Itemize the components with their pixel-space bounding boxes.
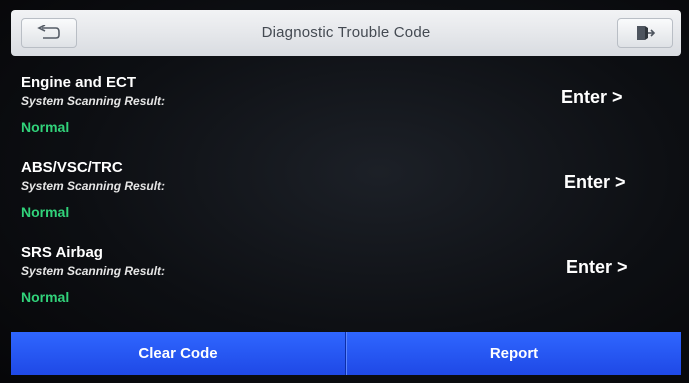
system-subtitle: System Scanning Result: <box>21 264 166 278</box>
system-status: Normal <box>21 289 70 305</box>
footer-bar: Clear Code Report <box>11 332 681 375</box>
report-button[interactable]: Report <box>346 332 681 375</box>
clear-code-button[interactable]: Clear Code <box>11 332 346 375</box>
back-arrow-icon <box>36 25 62 41</box>
back-button[interactable] <box>21 18 77 48</box>
enter-button[interactable]: Enter > <box>564 172 626 193</box>
page-title: Diagnostic Trouble Code <box>261 24 431 41</box>
system-name: ABS/VSC/TRC <box>21 159 123 176</box>
system-subtitle: System Scanning Result: <box>21 94 166 108</box>
exit-door-icon <box>634 24 656 42</box>
system-name: Engine and ECT <box>21 74 137 91</box>
exit-button[interactable] <box>617 18 673 48</box>
system-status: Normal <box>21 204 70 220</box>
diagnostic-screen: Diagnostic Trouble Code Engine and ECT S… <box>0 0 689 383</box>
system-subtitle: System Scanning Result: <box>21 179 166 193</box>
header-bar: Diagnostic Trouble Code <box>11 10 681 56</box>
system-status: Normal <box>21 119 70 135</box>
enter-button[interactable]: Enter > <box>566 257 628 278</box>
system-name: SRS Airbag <box>21 244 103 261</box>
enter-button[interactable]: Enter > <box>561 87 623 108</box>
